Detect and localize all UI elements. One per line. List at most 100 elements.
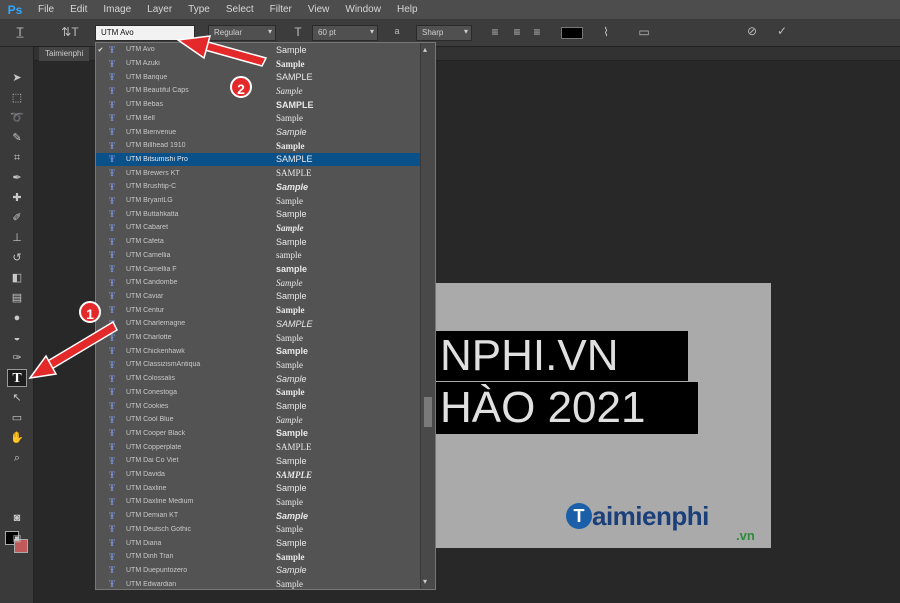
font-list-item[interactable]: ✔ Ŧ UTM Avo Sample [96,43,421,57]
font-list-item[interactable]: Ŧ UTM Caviar Sample [96,290,421,304]
font-list-item[interactable]: Ŧ UTM Centur Sample [96,303,421,317]
font-list-item[interactable]: Ŧ UTM Dai Co Viet Sample [96,454,421,468]
font-list-item[interactable]: Ŧ UTM Banque SAMPLE [96,70,421,84]
menu-image[interactable]: Image [95,4,139,15]
pen-tool-icon[interactable]: ✑ [7,349,27,367]
font-list-item[interactable]: Ŧ UTM Bebas SAMPLE [96,98,421,112]
dropdown-scrollbar[interactable]: ▴ ▾ [420,43,435,589]
move-tool-icon[interactable]: ➤ [7,69,27,87]
font-list-item[interactable]: Ŧ UTM Davida SAMPLE [96,468,421,482]
font-sample: Sample [276,428,309,439]
font-list-item[interactable]: Ŧ UTM BryantLG Sample [96,194,421,208]
menu-type[interactable]: Type [180,4,218,15]
font-list-item[interactable]: Ŧ UTM Demian KT Sample [96,509,421,523]
font-list-item[interactable]: Ŧ UTM Bell Sample [96,112,421,126]
font-list-item[interactable]: Ŧ UTM Charlemagne SAMPLE [96,317,421,331]
font-list-item[interactable]: Ŧ UTM Colossalis Sample [96,372,421,386]
scroll-down-icon[interactable]: ▾ [423,577,427,586]
font-sample: Sample [276,127,307,138]
font-list-item[interactable]: Ŧ UTM Copperplate SAMPLE [96,440,421,454]
text-orientation-icon[interactable]: ⇅T [60,25,80,39]
rectangle-tool-icon[interactable]: ▭ [7,409,27,427]
hand-tool-icon[interactable]: ✋ [7,429,27,447]
headline-line-2[interactable]: HÀO 2021 [436,382,698,434]
font-list-item[interactable]: Ŧ UTM Chickenhawk Sample [96,344,421,358]
type-tool-icon[interactable]: T [7,369,27,387]
path-selection-tool-icon[interactable]: ↖ [7,389,27,407]
menu-file[interactable]: File [30,4,62,15]
font-list-item[interactable]: Ŧ UTM Duepuntozero Sample [96,564,421,578]
font-list-item[interactable]: Ŧ UTM Azuki Sample [96,57,421,71]
font-list-item[interactable]: Ŧ UTM Conestoga Sample [96,386,421,400]
quick-select-tool-icon[interactable]: ✎ [7,129,27,147]
document-canvas[interactable]: NPHI.VN HÀO 2021 T aimienphi .vn [436,283,771,548]
font-list-item[interactable]: Ŧ UTM Brewers KT SAMPLE [96,166,421,180]
font-list-item[interactable]: Ŧ UTM Billhead 1910 Sample [96,139,421,153]
menu-edit[interactable]: Edit [62,4,95,15]
font-sample: SAMPLE [276,442,312,453]
scrollbar-thumb[interactable] [424,397,432,427]
font-list-item[interactable]: Ŧ UTM Candombe Sample [96,276,421,290]
font-family-field[interactable]: UTM Avo [95,25,195,41]
scroll-up-icon[interactable]: ▴ [423,45,427,54]
font-style-select[interactable]: Regular ▾ [208,25,276,41]
eraser-tool-icon[interactable]: ◧ [7,269,27,287]
menu-filter[interactable]: Filter [262,4,300,15]
font-list-item[interactable]: Ŧ UTM Daxline Sample [96,481,421,495]
healing-brush-tool-icon[interactable]: ✚ [7,189,27,207]
screen-mode-icon[interactable]: ▣ [7,529,27,547]
font-size-select[interactable]: 60 pt ▾ [312,25,378,41]
commit-check-icon[interactable]: ✓ [774,24,790,38]
document-tab[interactable]: Taimienphi [39,47,90,61]
font-list-item[interactable]: Ŧ UTM Bienvenue Sample [96,125,421,139]
align-center-icon[interactable]: ≡ [510,25,524,39]
font-list-item[interactable]: Ŧ UTM Camellia sample [96,249,421,263]
menu-window[interactable]: Window [337,4,389,15]
truetype-font-icon: Ŧ [109,277,116,288]
dodge-tool-icon[interactable]: ◒ [7,329,27,347]
character-panel-icon[interactable]: ▭ [636,25,652,39]
font-list-item[interactable]: Ŧ UTM Cabaret Sample [96,221,421,235]
menu-help[interactable]: Help [389,4,426,15]
crop-tool-icon[interactable]: ⌗ [7,149,27,167]
font-list-item[interactable]: Ŧ UTM Cafeta Sample [96,235,421,249]
font-list-item[interactable]: Ŧ UTM Cookies Sample [96,399,421,413]
font-list-item[interactable]: Ŧ UTM Cooper Black Sample [96,427,421,441]
font-list-item[interactable]: Ŧ UTM Diana Sample [96,536,421,550]
menu-select[interactable]: Select [218,4,262,15]
font-list-item[interactable]: Ŧ UTM Brushtip-C Sample [96,180,421,194]
brush-tool-icon[interactable]: ✐ [7,209,27,227]
font-list-item[interactable]: Ŧ UTM Edwardian Sample [96,577,421,589]
font-list-item[interactable]: Ŧ UTM ClassizismAntiqua Sample [96,358,421,372]
warp-text-icon[interactable]: ⌇ [598,25,614,39]
headline-line-1[interactable]: NPHI.VN [436,331,688,381]
blur-tool-icon[interactable]: ● [7,309,27,327]
eyedropper-tool-icon[interactable]: ✒ [7,169,27,187]
font-list-item[interactable]: Ŧ UTM Buttahkatta Sample [96,207,421,221]
font-list-item[interactable]: Ŧ UTM Bitsumishi Pro SAMPLE [96,152,421,167]
chevron-down-icon: ▾ [369,27,374,36]
quick-mask-icon[interactable]: ◙ [7,509,27,527]
zoom-tool-icon[interactable]: ⌕ [7,449,27,467]
font-list-item[interactable]: Ŧ UTM Dinh Tran Sample [96,550,421,564]
marquee-tool-icon[interactable]: ⬚ [7,89,27,107]
history-brush-tool-icon[interactable]: ↺ [7,249,27,267]
cancel-icon[interactable]: ⊘ [744,24,760,38]
font-list-item[interactable]: Ŧ UTM Charlotte Sample [96,331,421,345]
menu-layer[interactable]: Layer [139,4,180,15]
font-list-item[interactable]: Ŧ UTM Deutsch Gothic Sample [96,523,421,537]
font-list-item[interactable]: Ŧ UTM Daxline Medium Sample [96,495,421,509]
font-list-item[interactable]: Ŧ UTM Camellia F sample [96,262,421,276]
anti-alias-select[interactable]: Sharp ▾ [416,25,472,41]
lasso-tool-icon[interactable]: ➰ [7,109,27,127]
font-list-item[interactable]: Ŧ UTM Cool Blue Sample [96,413,421,427]
menu-view[interactable]: View [300,4,338,15]
truetype-font-icon: Ŧ [109,44,116,55]
type-tool-preset-icon[interactable]: T̲ [8,25,32,39]
align-left-icon[interactable]: ≡ [488,25,502,39]
text-color-swatch[interactable] [561,27,583,39]
gradient-tool-icon[interactable]: ▤ [7,289,27,307]
align-right-icon[interactable]: ≡ [530,25,544,39]
clone-stamp-tool-icon[interactable]: ⊥ [7,229,27,247]
font-list-item[interactable]: Ŧ UTM Beautiful Caps Sample [96,84,421,98]
